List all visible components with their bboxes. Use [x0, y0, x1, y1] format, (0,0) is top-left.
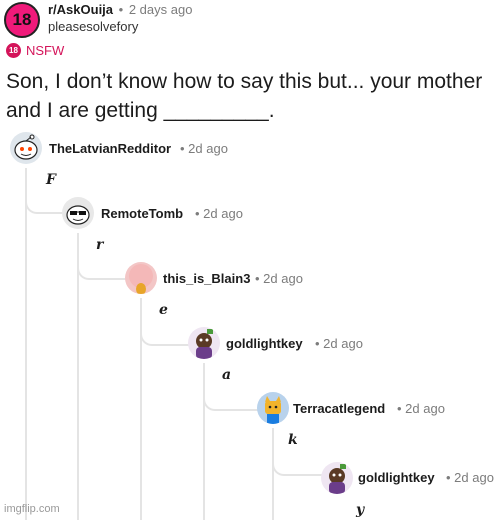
thread-elbow-5 — [272, 452, 322, 476]
comment-time: • 2d ago — [195, 206, 243, 221]
thread-elbow-3 — [140, 322, 190, 346]
thread-line-2[interactable] — [77, 233, 79, 520]
comment-time: • 2d ago — [397, 401, 445, 416]
post-title-line-1: Son, I don’t know how to say this but...… — [6, 70, 483, 93]
sunglasses-snoo-icon[interactable] — [62, 197, 94, 229]
comment-author[interactable]: RemoteTomb — [101, 206, 183, 221]
comment-time: • 2d ago — [446, 470, 494, 485]
post-meta: r/AskOuija • 2 days ago — [48, 2, 192, 17]
thread-line-5[interactable] — [272, 428, 274, 520]
comment-letter: e — [159, 302, 168, 318]
nsfw-tag: 18 NSFW — [6, 43, 64, 58]
comment-time: • 2d ago — [180, 141, 228, 156]
nsfw-icon: 18 — [6, 43, 21, 58]
comment-author[interactable]: goldlightkey — [226, 336, 303, 351]
yellow-cat-icon[interactable] — [257, 392, 289, 424]
post-time: 2 days ago — [128, 2, 193, 17]
comment-letter: a — [222, 367, 232, 383]
comment-author[interactable]: Terracatlegend — [293, 401, 385, 416]
pink-face-icon[interactable] — [125, 262, 157, 294]
comment-author[interactable]: this_is_Blain3 — [163, 271, 250, 286]
comment-author[interactable]: goldlightkey — [358, 470, 435, 485]
nsfw-label: NSFW — [26, 43, 65, 58]
subreddit-avatar[interactable]: 18 — [4, 2, 40, 38]
comment-time: • 2d ago — [315, 336, 363, 351]
comment-author[interactable]: TheLatvianRedditor — [49, 141, 171, 156]
subreddit-link[interactable]: r/AskOuija — [48, 2, 113, 17]
comment-letter: y — [356, 502, 365, 518]
comment-letter: k — [288, 432, 298, 448]
post-title[interactable]: Son, I don’t know how to say this but...… — [6, 67, 496, 125]
meta-separator: • — [118, 2, 124, 17]
purple-snoo-icon[interactable] — [321, 462, 353, 494]
purple-snoo-icon[interactable] — [188, 327, 220, 359]
thread-elbow-4 — [203, 387, 258, 411]
watermark: imgflip.com — [4, 503, 60, 515]
thread-elbow-2 — [77, 256, 127, 280]
thread-elbow-1 — [25, 192, 63, 214]
thread-line-1[interactable] — [25, 168, 27, 520]
snoo-icon[interactable] — [10, 132, 42, 164]
post-title-line-2: and I are getting _________. — [6, 99, 275, 122]
post-author[interactable]: pleasesolvefory — [48, 19, 138, 34]
comment-letter: r — [96, 237, 104, 253]
comment-time: • 2d ago — [255, 271, 303, 286]
comment-letter: F — [46, 172, 56, 188]
